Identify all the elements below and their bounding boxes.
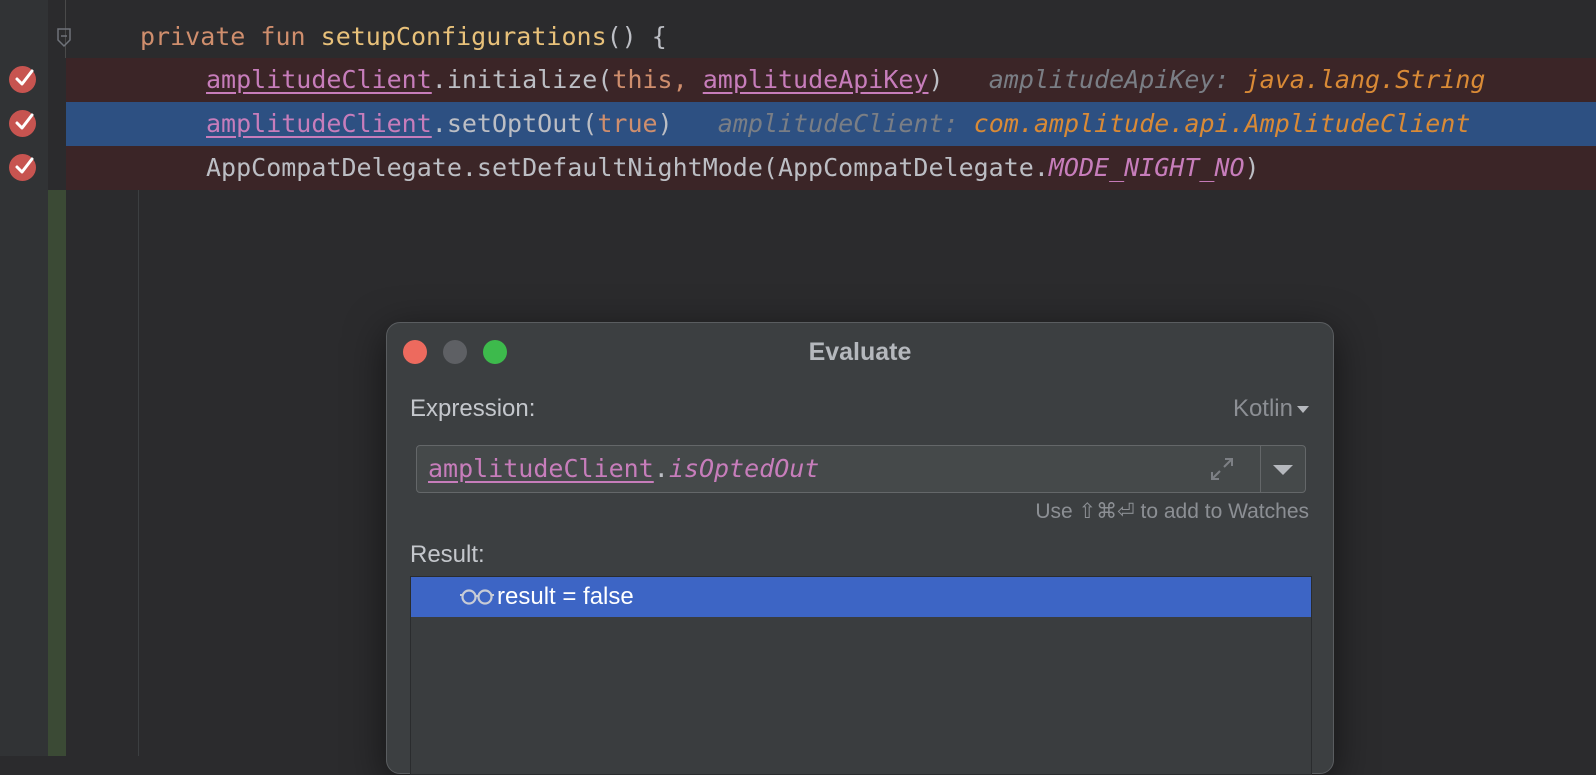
expand-icon[interactable] (1209, 456, 1235, 482)
watch-glasses-icon (460, 589, 494, 605)
language-label: Kotlin (1232, 395, 1293, 422)
expression-member: isOptedOut (668, 454, 820, 483)
watch-hint: Use ⇧⌘⏎ to add to Watches (1035, 500, 1309, 523)
result-row[interactable]: result = false (411, 577, 1311, 617)
breakpoint-icon[interactable] (9, 66, 36, 93)
code-token: setupConfigurations (320, 22, 607, 51)
dialog-title: Evaluate (808, 338, 912, 366)
code-line[interactable]: private fun setupConfigurations() { (66, 15, 1596, 59)
code-token: amplitudeApiKey: (943, 65, 1245, 94)
history-dropdown-button[interactable] (1261, 446, 1305, 492)
code-token: private (140, 22, 246, 51)
evaluate-dialog: Evaluate Expression: Kotlin amplitudeCli… (386, 322, 1334, 775)
code-token: .setOptOut( (431, 109, 598, 138)
code-line-text: private fun setupConfigurations() { (140, 15, 667, 59)
code-token: ) (1244, 153, 1260, 182)
code-token: java.lang.String (1244, 65, 1486, 94)
code-token: ) (928, 65, 944, 94)
caret-down-icon (1297, 406, 1309, 414)
code-line[interactable]: AppCompatDelegate.setDefaultNightMode(Ap… (66, 146, 1596, 190)
code-line[interactable]: amplitudeClient.setOptOut(true) amplitud… (66, 102, 1596, 146)
code-token[interactable]: amplitudeClient (206, 109, 432, 138)
expression-input[interactable]: amplitudeClient.isOptedOut (416, 445, 1306, 493)
code-token: this (612, 65, 673, 94)
chevron-down-icon (1273, 465, 1293, 475)
expression-dot: . (653, 454, 669, 483)
change-marker-bar (48, 0, 66, 756)
result-tree[interactable]: result = false (410, 576, 1312, 775)
code-token: .initialize( (431, 65, 613, 94)
added-lines-marker (48, 190, 66, 756)
code-line[interactable]: amplitudeClient.initialize(this, amplitu… (66, 58, 1596, 102)
code-token[interactable]: amplitudeClient (206, 65, 432, 94)
code-token: true (597, 109, 658, 138)
code-token: fun (260, 22, 306, 51)
code-line-text: AppCompatDelegate.setDefaultNightMode(Ap… (206, 146, 1260, 190)
expression-text[interactable]: amplitudeClient.isOptedOut (428, 446, 819, 492)
code-token: AppCompatDelegate.setDefaultNightMode(Ap… (206, 153, 1049, 182)
expression-label: Expression: (410, 395, 536, 422)
code-token: com.amplitude.api.AmplitudeClient (973, 109, 1471, 138)
code-line-text: amplitudeClient.setOptOut(true) amplitud… (206, 102, 1470, 146)
code-token: , (672, 65, 703, 94)
code-token: amplitudeClient: (672, 109, 974, 138)
code-token: MODE_NIGHT_NO (1048, 153, 1245, 182)
code-line-text: amplitudeClient.initialize(this, amplitu… (206, 58, 1485, 102)
breakpoint-icon[interactable] (9, 154, 36, 181)
code-token: ) (657, 109, 673, 138)
code-token[interactable]: amplitudeApiKey (703, 65, 929, 94)
code-token: () { (606, 22, 667, 51)
language-selector[interactable]: Kotlin (1233, 395, 1309, 423)
breakpoint-icon[interactable] (9, 110, 36, 137)
expression-object: amplitudeClient (428, 454, 654, 483)
result-label: Result: (410, 541, 485, 568)
result-value: result = false (497, 583, 634, 610)
